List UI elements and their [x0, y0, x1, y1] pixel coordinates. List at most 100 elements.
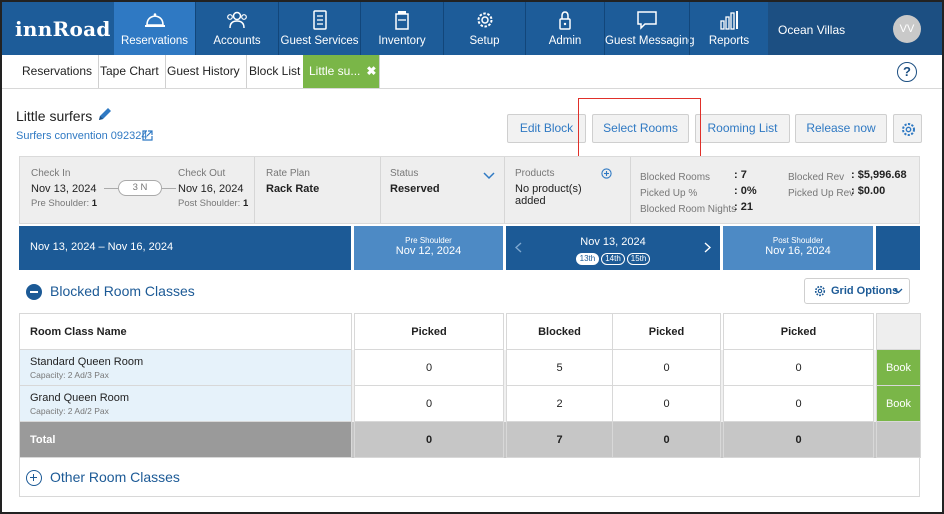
add-product-icon[interactable] [601, 168, 612, 179]
people-icon [196, 10, 278, 30]
date-range: Nov 13, 2024 – Nov 16, 2024 [30, 241, 174, 253]
blocked-room-classes-toggle[interactable]: Blocked Room Classes [26, 283, 195, 300]
date-range-header: Nov 13, 2024 – Nov 16, 2024 [19, 226, 351, 270]
post-picked-cell: 0 [723, 385, 874, 422]
pencil-icon[interactable] [97, 106, 113, 125]
column-header: Room Class Name [19, 313, 352, 350]
nights-badge: 3 N [118, 180, 162, 196]
blocked-input[interactable]: 2 [506, 385, 613, 422]
rate-plan-value: Rack Rate [266, 183, 320, 195]
property-selector[interactable]: Ocean Villas VV [768, 2, 942, 55]
table-row: Standard Queen Room Capacity: 2 Ad/3 Pax… [19, 349, 921, 386]
section-title: Blocked Room Classes [50, 283, 195, 299]
column-header: Picked [612, 313, 721, 350]
divider [254, 157, 255, 223]
rate-plan-label: Rate Plan [266, 168, 310, 179]
nav-guest-messaging[interactable]: Guest Messaging [605, 2, 695, 55]
total-label: Total [19, 421, 352, 458]
products-value: No product(s) added [515, 183, 582, 207]
nav-accounts[interactable]: Accounts [196, 2, 278, 55]
picked-up-rev-row: Picked Up Rev: $0.00 [788, 185, 886, 199]
header-end-cell [876, 226, 920, 270]
divider [380, 157, 381, 223]
book-button[interactable]: Book [876, 349, 921, 386]
tab-guest-history[interactable]: Guest History [161, 55, 247, 88]
day-pill[interactable]: 14th [601, 253, 625, 265]
divider [504, 157, 505, 223]
expand-icon[interactable] [26, 470, 42, 486]
room-class-grid: Room Class Name Picked Blocked Picked Pi… [19, 313, 921, 458]
main-dates-header: Nov 13, 2024 13th 14th 15th [506, 226, 720, 270]
total-empty [876, 421, 921, 458]
avatar[interactable]: VV [893, 15, 921, 43]
book-button[interactable]: Book [876, 385, 921, 422]
tab-reservations[interactable]: Reservations [16, 55, 100, 88]
other-room-classes-toggle[interactable]: Other Room Classes [26, 469, 180, 486]
nav-guest-services[interactable]: Guest Services [279, 2, 360, 55]
tab-tape-chart[interactable]: Tape Chart [94, 55, 166, 88]
pre-picked-cell: 0 [354, 385, 504, 422]
products-label: Products [515, 168, 555, 179]
nav-admin[interactable]: Admin [526, 2, 604, 55]
collapse-icon[interactable] [26, 284, 42, 300]
tab-label: Little su... [309, 64, 361, 78]
check-out-label: Check Out [178, 168, 226, 179]
tab-label: Reservations [22, 64, 93, 78]
column-header: Picked [723, 313, 874, 350]
check-out-date: Nov 16, 2024 [178, 183, 244, 195]
post-shoulder-info: Post Shoulder: 1 [178, 198, 249, 209]
status-cell[interactable]: Status Reserved [390, 168, 498, 234]
section-title: Other Room Classes [50, 469, 180, 485]
chevron-down-icon[interactable] [483, 172, 495, 180]
blocked-input[interactable]: 5 [506, 349, 613, 386]
total-post-picked: 0 [723, 421, 874, 458]
gear-icon [902, 123, 915, 136]
nav-setup[interactable]: Setup [444, 2, 525, 55]
pre-shoulder-header: Pre Shoulder Nov 12, 2024 [354, 226, 503, 270]
picked-cell: 0 [612, 385, 721, 422]
group-link[interactable]: Surfers convention 092324 [16, 130, 147, 142]
settings-button[interactable] [893, 114, 922, 143]
room-class-name: Standard Queen Room [30, 355, 144, 368]
tab-label: Tape Chart [100, 64, 159, 78]
total-picked: 0 [612, 421, 721, 458]
check-in-date: Nov 13, 2024 [31, 183, 97, 195]
day-pill[interactable]: 13th [575, 253, 600, 265]
total-pre-picked: 0 [354, 421, 504, 458]
nights-line [104, 188, 118, 189]
column-header: Picked [354, 313, 504, 350]
pre-shoulder-label: Pre Shoulder [405, 236, 452, 245]
gear-icon [814, 285, 826, 297]
divider [630, 157, 631, 223]
nights-line [162, 188, 176, 189]
chevron-down-icon [894, 288, 903, 294]
blocked-room-nights-row: Blocked Room Nights: 21 [640, 201, 753, 215]
innroad-logo[interactable]: innRoad [15, 17, 111, 41]
empty-header [876, 313, 921, 350]
room-class-capacity: Capacity: 2 Ad/2 Pax [30, 405, 109, 416]
tab-little-surfers[interactable]: Little su... ✖ [303, 55, 380, 88]
nav-reservations[interactable]: Reservations [114, 2, 195, 55]
block-title: Little surfers [16, 108, 93, 124]
lock-icon [526, 10, 604, 30]
room-class-name: Grand Queen Room [30, 391, 130, 404]
picked-up-pct-row: Picked Up %: 0% [640, 185, 757, 199]
nav-reports[interactable]: Reports [690, 2, 768, 55]
rooming-list-button[interactable]: Rooming List [695, 114, 790, 143]
day-pill[interactable]: 15th [626, 253, 651, 265]
table-row: Grand Queen Room Capacity: 2 Ad/2 Pax 0 … [19, 385, 921, 422]
check-in-cell: Check In Nov 13, 2024 Pre Shoulder: 1 [31, 168, 97, 234]
grid-header-row: Room Class Name Picked Blocked Picked Pi… [19, 313, 921, 350]
edit-block-button[interactable]: Edit Block [507, 114, 586, 143]
chevron-right-icon[interactable] [704, 242, 711, 253]
clipboard-icon [279, 10, 360, 30]
help-icon[interactable]: ? [897, 62, 917, 82]
grid-options-button[interactable]: Grid Options [804, 278, 910, 304]
release-now-button[interactable]: Release now [795, 114, 887, 143]
tab-block-list[interactable]: Block List [243, 55, 308, 88]
close-icon[interactable]: ✖ [366, 64, 376, 78]
pre-picked-cell: 0 [354, 349, 504, 386]
bell-icon [114, 10, 195, 30]
external-link-icon[interactable] [142, 130, 153, 144]
nav-inventory[interactable]: Inventory [361, 2, 443, 55]
